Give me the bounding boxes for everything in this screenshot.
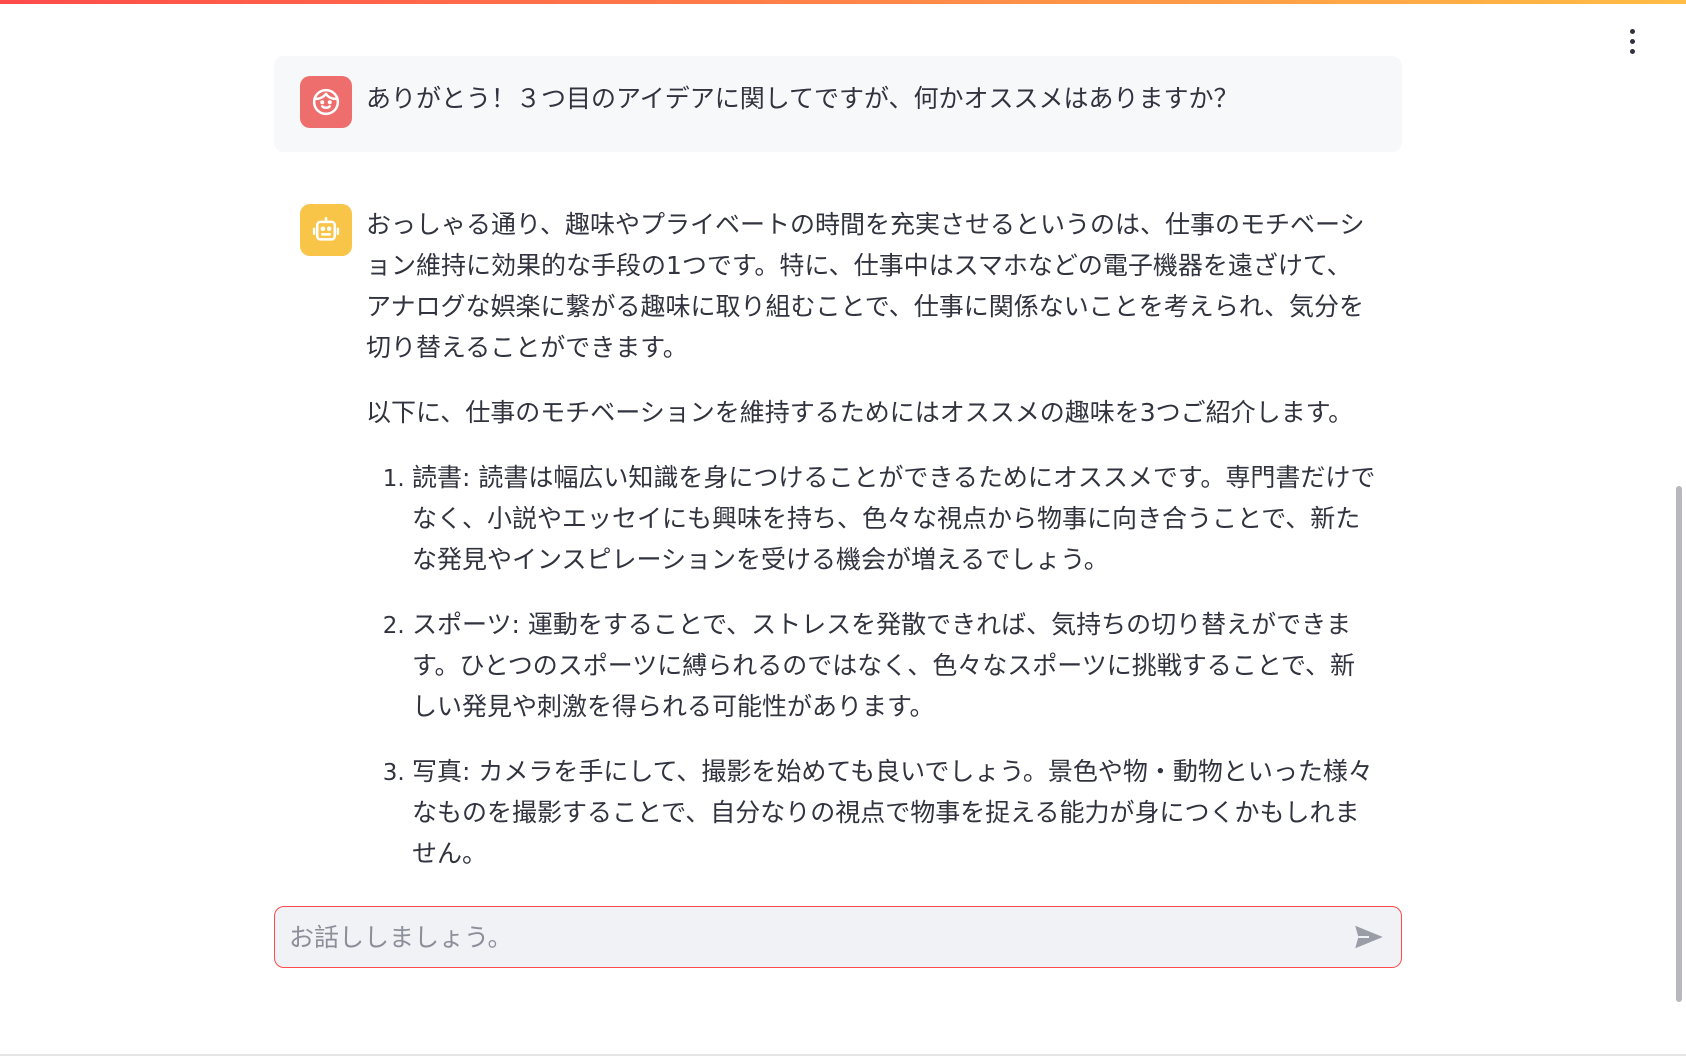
smiling-face-icon	[312, 88, 340, 116]
assistant-paragraph: おっしゃる通り、趣味やプライベートの時間を充実させるというのは、仕事のモチベーシ…	[366, 210, 1365, 362]
chat-message-area: ありがとう！３つ目のアイデアに関してですが、何かオススメはありますか？ おっしゃ…	[274, 0, 1402, 1056]
assistant-message-text: おっしゃる通り、趣味やプライベートの時間を充実させるというのは、仕事のモチベーシ…	[366, 204, 1376, 898]
hobby-recommendation-list: 読書: 読書は幅広い知識を身につけることができるためにオススメです。専門書だけで…	[366, 457, 1376, 874]
assistant-paragraph: 以下に、仕事のモチベーションを維持するためにはオススメの趣味を3つご紹介します。	[366, 398, 1354, 427]
scrollbar-thumb[interactable]	[1676, 486, 1682, 1002]
vertical-ellipsis-icon-dot	[1629, 48, 1635, 54]
main-menu-button[interactable]	[1618, 26, 1646, 56]
list-item: スポーツ: 運動をすることで、ストレスを発散できれば、気持ちの切り替えができます…	[412, 604, 1376, 727]
user-avatar	[300, 76, 352, 128]
user-message-text: ありがとう！３つ目のアイデアに関してですが、何かオススメはありますか？	[366, 84, 1239, 113]
user-message: ありがとう！３つ目のアイデアに関してですが、何かオススメはありますか？	[274, 56, 1402, 152]
assistant-avatar	[300, 204, 352, 256]
vertical-ellipsis-icon	[1629, 28, 1635, 34]
list-item: 写真: カメラを手にして、撮影を始めても良いでしょう。景色や物・動物といった様々…	[412, 751, 1376, 874]
chat-input[interactable]	[275, 907, 1341, 967]
robot-icon	[312, 216, 340, 241]
chat-input-container	[274, 906, 1402, 968]
page-scrollbar[interactable]	[1672, 4, 1686, 1056]
list-item: 読書: 読書は幅広い知識を身につけることができるためにオススメです。専門書だけで…	[412, 457, 1376, 580]
assistant-message: おっしゃる通り、趣味やプライベートの時間を充実させるというのは、仕事のモチベーシ…	[274, 196, 1402, 898]
send-arrow-icon	[1355, 925, 1383, 949]
send-button[interactable]	[1341, 909, 1397, 965]
vertical-ellipsis-icon-dot	[1629, 38, 1635, 44]
